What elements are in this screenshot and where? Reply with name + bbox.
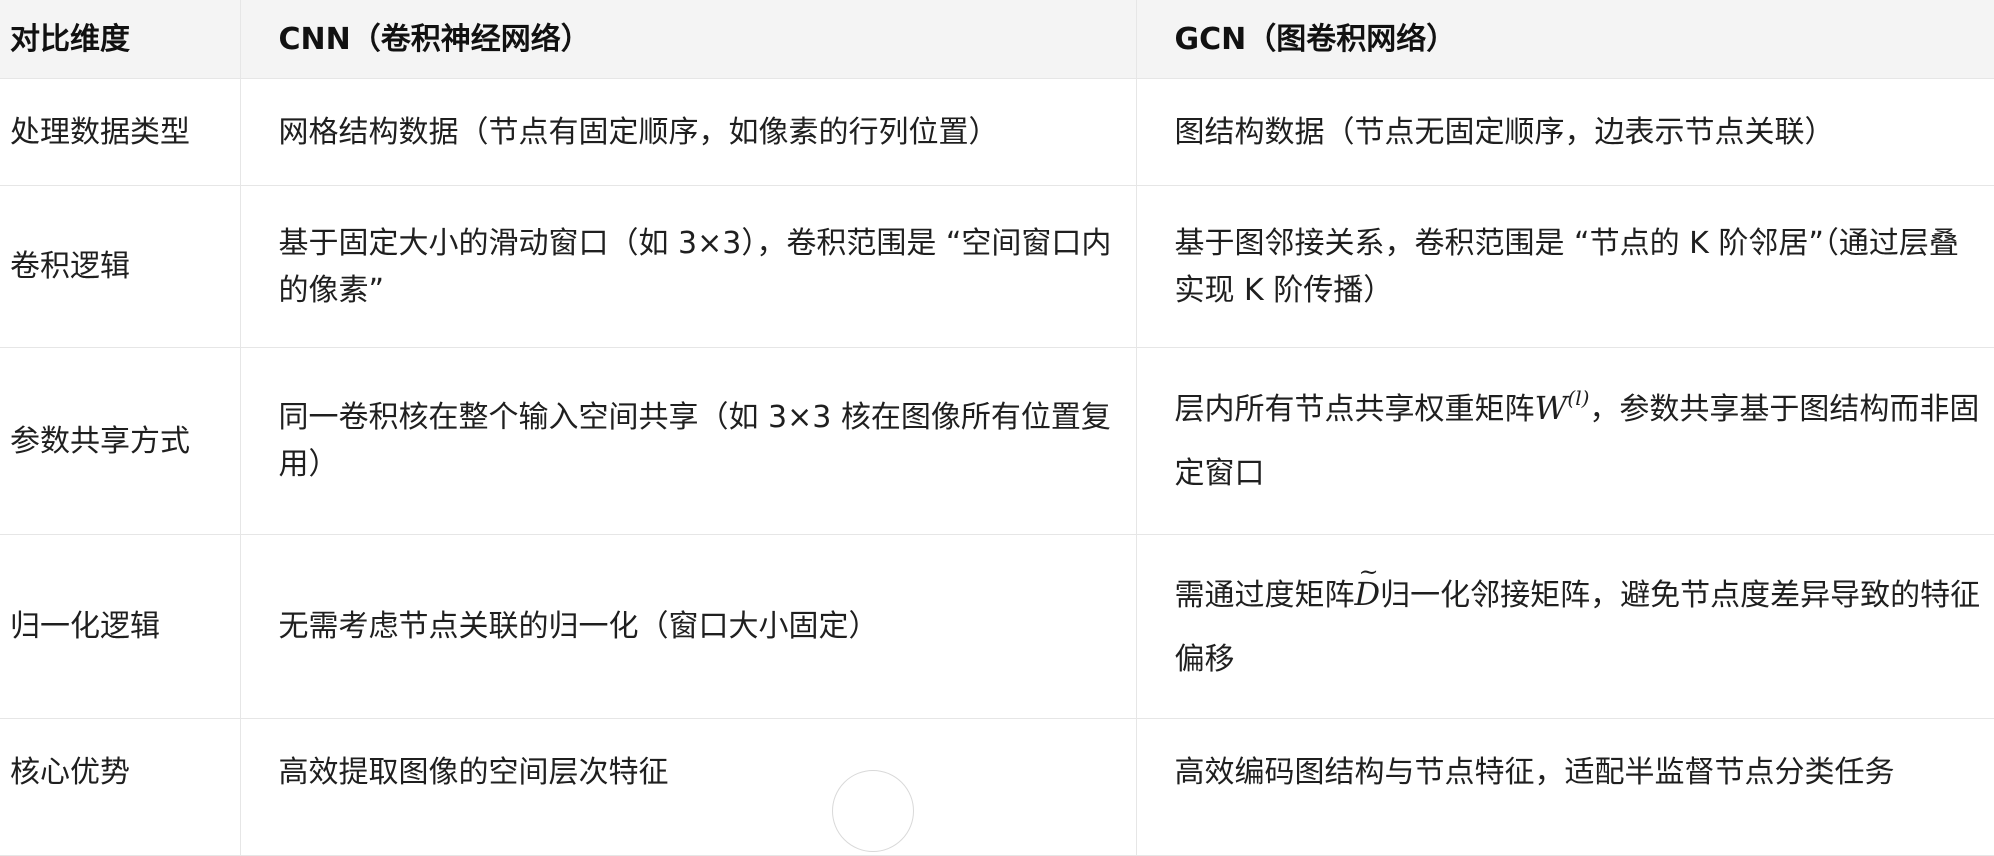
cell-gcn: 层内所有节点共享权重矩阵W(l)，参数共享基于图结构而非固定窗口 <box>1136 347 1994 535</box>
cell-cnn: 高效提取图像的空间层次特征 <box>240 718 1137 856</box>
table-row: 核心优势 高效提取图像的空间层次特征 高效编码图结构与节点特征，适配半监督节点分… <box>0 718 1994 856</box>
cell-dimension: 归一化逻辑 <box>0 534 241 719</box>
cell-cnn: 基于固定大小的滑动窗口（如 3×3），卷积范围是 “空间窗口内的像素” <box>240 185 1137 348</box>
math-base: W <box>1534 389 1568 427</box>
header-row: 对比维度 CNN（卷积神经网络） GCN（图卷积网络） <box>0 0 1994 79</box>
header-cnn: CNN（卷积神经网络） <box>240 0 1137 79</box>
cell-gcn-text-before: 需通过度矩阵 <box>1174 577 1355 613</box>
cell-gcn-text-before: 层内所有节点共享权重矩阵 <box>1174 392 1535 427</box>
degree-matrix-symbol: D <box>1355 540 1381 626</box>
table-row: 卷积逻辑 基于固定大小的滑动窗口（如 3×3），卷积范围是 “空间窗口内的像素”… <box>0 185 1994 348</box>
math-superscript: (l) <box>1567 386 1590 410</box>
cell-gcn: 需通过度矩阵D归一化邻接矩阵，避免节点度差异导致的特征偏移 <box>1136 534 1994 719</box>
cell-cnn: 同一卷积核在整个输入空间共享（如 3×3 核在图像所有位置复用） <box>240 347 1137 535</box>
cell-cnn: 网格结构数据（节点有固定顺序，如像素的行列位置） <box>240 78 1137 186</box>
comparison-table: 对比维度 CNN（卷积神经网络） GCN（图卷积网络） 处理数据类型 网格结构数… <box>0 0 1994 856</box>
cell-dimension: 处理数据类型 <box>0 78 241 186</box>
cell-gcn: 基于图邻接关系，卷积范围是 “节点的 K 阶邻居”（通过层叠实现 K 阶传播） <box>1136 185 1994 348</box>
table-row: 归一化逻辑 无需考虑节点关联的归一化（窗口大小固定） 需通过度矩阵D归一化邻接矩… <box>0 534 1994 719</box>
cell-gcn: 高效编码图结构与节点特征，适配半监督节点分类任务 <box>1136 718 1994 856</box>
cell-dimension: 卷积逻辑 <box>0 185 241 348</box>
header-gcn: GCN（图卷积网络） <box>1136 0 1994 79</box>
scroll-down-button[interactable] <box>832 770 914 852</box>
cell-cnn: 无需考虑节点关联的归一化（窗口大小固定） <box>240 534 1137 719</box>
header-dimension: 对比维度 <box>0 0 241 79</box>
cell-dimension: 参数共享方式 <box>0 347 241 535</box>
table-row: 参数共享方式 同一卷积核在整个输入空间共享（如 3×3 核在图像所有位置复用） … <box>0 347 1994 535</box>
table-row: 处理数据类型 网格结构数据（节点有固定顺序，如像素的行列位置） 图结构数据（节点… <box>0 78 1994 186</box>
cell-dimension: 核心优势 <box>0 718 241 856</box>
weight-matrix-symbol: W(l) <box>1534 386 1590 427</box>
table-body: 处理数据类型 网格结构数据（节点有固定顺序，如像素的行列位置） 图结构数据（节点… <box>0 78 1994 856</box>
table-header: 对比维度 CNN（卷积神经网络） GCN（图卷积网络） <box>0 0 1994 79</box>
cell-gcn: 图结构数据（节点无固定顺序，边表示节点关联） <box>1136 78 1994 186</box>
